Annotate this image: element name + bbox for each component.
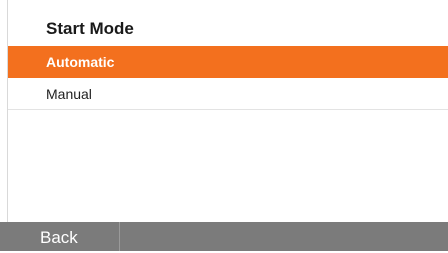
menu-title: Start Mode	[46, 19, 134, 38]
option-manual[interactable]: Manual	[8, 78, 448, 110]
left-border	[0, 0, 8, 222]
start-mode-menu: Start Mode Automatic Manual	[8, 10, 448, 222]
start-mode-screen: Start Mode Automatic Manual Back	[0, 0, 448, 251]
option-automatic[interactable]: Automatic	[8, 46, 448, 78]
back-button[interactable]: Back	[0, 222, 120, 251]
footer-bar: Back	[0, 222, 448, 251]
